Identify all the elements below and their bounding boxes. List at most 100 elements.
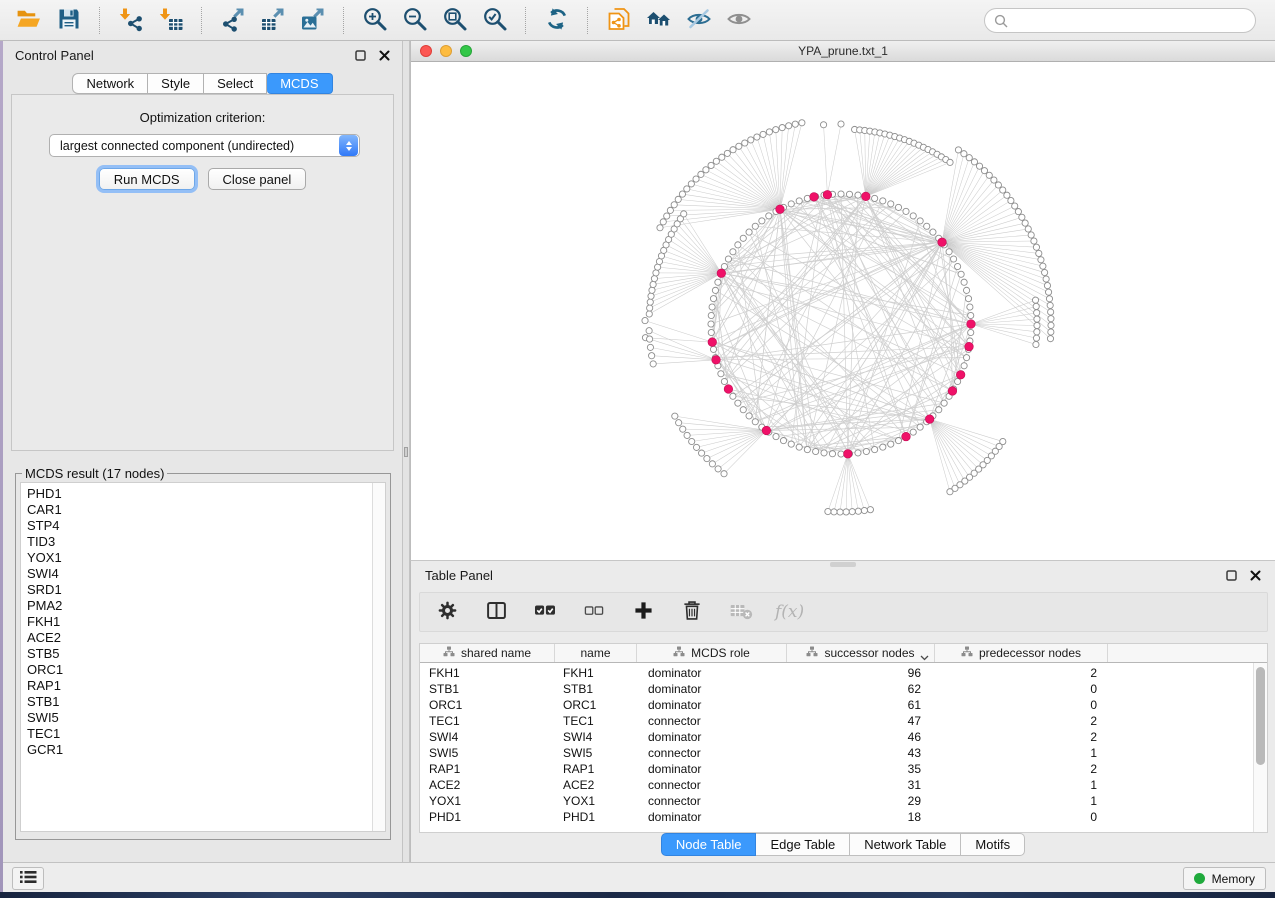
zoom-in-icon [362,6,388,35]
table-row[interactable]: SWI5SWI5connector431 [420,745,1267,761]
table-row[interactable]: FKH1FKH1dominator962 [420,665,1267,681]
list-item[interactable]: STB1 [27,694,366,710]
hide-selected-button[interactable] [680,4,717,37]
panel-splitter[interactable] [402,41,410,862]
list-item[interactable]: CAR1 [27,502,366,518]
table-body: FKH1FKH1dominator962STB1STB1dominator620… [420,663,1267,832]
column-header-predecessor-nodes[interactable]: predecessor nodes [935,644,1108,662]
close-table-panel-icon[interactable] [1250,570,1261,581]
table-scrollbar-thumb[interactable] [1256,667,1265,765]
table-cell: connector [637,746,787,760]
splitter-handle-icon[interactable] [404,447,408,457]
column-header-MCDS-role[interactable]: MCDS role [637,644,787,662]
export-image-button[interactable] [294,4,331,37]
table-row[interactable]: RAP1RAP1dominator352 [420,761,1267,777]
column-label: predecessor nodes [979,646,1081,660]
list-item[interactable]: STP4 [27,518,366,534]
table-cell: 46 [787,730,935,744]
import-table-button[interactable] [152,4,189,37]
table-row[interactable]: ACE2ACE2connector311 [420,777,1267,793]
list-item[interactable]: SWI4 [27,566,366,582]
run-mcds-button[interactable]: Run MCDS [99,168,195,190]
network-graph[interactable] [411,62,1274,558]
tab-network[interactable]: Network [72,73,148,94]
tab-mcds[interactable]: MCDS [267,73,332,94]
search-box[interactable] [984,8,1256,33]
tab-style[interactable]: Style [148,73,204,94]
table-row[interactable]: YOX1YOX1connector291 [420,793,1267,809]
list-item[interactable]: GCR1 [27,742,366,758]
window-zoom-button[interactable] [460,45,472,57]
tab-network-table[interactable]: Network Table [850,833,961,856]
list-item[interactable]: STB5 [27,646,366,662]
export-image-icon [300,6,326,35]
table-panel-grip[interactable] [830,562,856,567]
show-panels-button[interactable] [12,867,44,890]
table-tabs: Node TableEdge TableNetwork TableMotifs [411,833,1275,856]
column-header-successor-nodes[interactable]: successor nodes [787,644,935,662]
memory-button[interactable]: Memory [1183,867,1266,890]
tab-node-table[interactable]: Node Table [661,833,757,856]
float-table-panel-icon[interactable] [1226,570,1237,581]
list-item[interactable]: ACE2 [27,630,366,646]
float-panel-icon[interactable] [355,50,366,61]
gear-button[interactable] [433,598,461,626]
deselect-all-button[interactable] [580,598,608,626]
export-network-button[interactable] [214,4,251,37]
list-item[interactable]: TID3 [27,534,366,550]
network-canvas[interactable] [411,62,1274,558]
column-header-name[interactable]: name [555,644,637,662]
table-row[interactable]: TEC1TEC1connector472 [420,713,1267,729]
list-item[interactable]: FKH1 [27,614,366,630]
show-all-button[interactable] [720,4,757,37]
zoom-selected-button[interactable] [476,4,513,37]
list-item[interactable]: TEC1 [27,726,366,742]
zoom-out-button[interactable] [396,4,433,37]
clone-network-button[interactable] [600,4,637,37]
save-session-button[interactable] [50,4,87,37]
close-panel-icon[interactable] [379,50,390,61]
list-item[interactable]: PHD1 [27,486,366,502]
table-scrollbar[interactable] [1253,663,1267,832]
close-panel-button[interactable]: Close panel [208,168,307,190]
export-table-button[interactable] [254,4,291,37]
table-row[interactable]: SWI4SWI4dominator462 [420,729,1267,745]
list-item[interactable]: SRD1 [27,582,366,598]
open-file-button[interactable] [10,4,47,37]
refresh-view-button[interactable] [538,4,575,37]
list-item[interactable]: YOX1 [27,550,366,566]
column-header-shared-name[interactable]: shared name [420,644,555,662]
select-all-button[interactable] [531,598,559,626]
mcds-scrollbar[interactable] [372,483,385,831]
table-cell: 62 [787,682,935,696]
zoom-in-button[interactable] [356,4,393,37]
list-item[interactable]: RAP1 [27,678,366,694]
window-minimize-button[interactable] [440,45,452,57]
search-input[interactable] [1014,11,1255,31]
table-cell: YOX1 [555,794,637,808]
table-row[interactable]: PHD1PHD1dominator180 [420,809,1267,825]
mcds-result-list[interactable]: PHD1CAR1STP4TID3YOX1SWI4SRD1PMA2FKH1ACE2… [20,482,386,832]
window-close-button[interactable] [420,45,432,57]
column-label: MCDS role [691,646,750,660]
tab-motifs[interactable]: Motifs [961,833,1025,856]
mcds-result-title: MCDS result (17 nodes) [22,466,167,481]
add-button[interactable] [629,598,657,626]
table-row[interactable]: ORC1ORC1dominator610 [420,697,1267,713]
column-header-filler [1108,644,1267,662]
first-neighbors-button[interactable] [640,4,677,37]
table-cell: SWI4 [555,730,637,744]
list-item[interactable]: SWI5 [27,710,366,726]
table-row[interactable]: STB1STB1dominator620 [420,681,1267,697]
tab-edge-table[interactable]: Edge Table [756,833,850,856]
tab-select[interactable]: Select [204,73,267,94]
list-item[interactable]: PMA2 [27,598,366,614]
first-neighbors-icon [645,6,673,35]
zoom-fit-button[interactable] [436,4,473,37]
optimization-criterion-select[interactable]: largest connected component (undirected) [49,134,360,157]
import-network-button[interactable] [112,4,149,37]
table-cell: 1 [935,794,1108,808]
split-view-button[interactable] [482,598,510,626]
trash-button[interactable] [678,598,706,626]
list-item[interactable]: ORC1 [27,662,366,678]
